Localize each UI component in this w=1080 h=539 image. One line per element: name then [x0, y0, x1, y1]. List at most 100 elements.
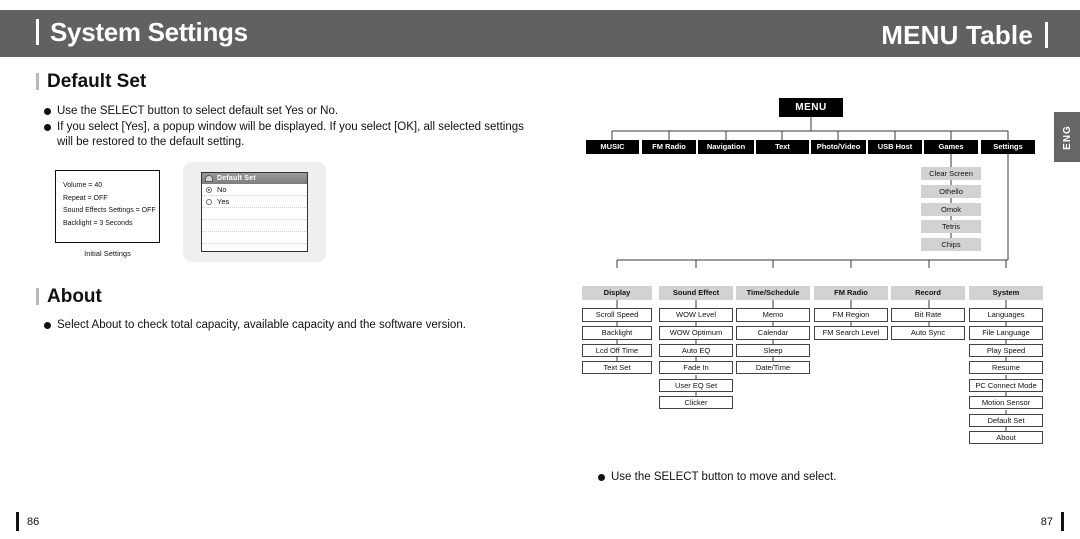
- page-number-label: 87: [1040, 515, 1053, 528]
- device-empty-row: [202, 208, 307, 220]
- menu-node-music[interactable]: MUSIC: [586, 140, 639, 154]
- menu-node-games[interactable]: Games: [924, 140, 978, 154]
- menu-node-motion-sensor[interactable]: Motion Sensor: [969, 396, 1043, 409]
- bullet-dot-icon: [44, 124, 51, 131]
- bullet-about-1: Select About to check total capacity, av…: [44, 318, 514, 333]
- bullet-text: Use the SELECT button to select default …: [57, 105, 339, 117]
- device-empty-row: [202, 244, 307, 251]
- initial-settings-caption: Initial Settings: [84, 249, 131, 258]
- menu-node-sleep[interactable]: Sleep: [736, 344, 810, 357]
- initial-setting-line: Volume = 40: [63, 182, 103, 189]
- menu-node-time-schedule[interactable]: Time/Schedule: [736, 286, 810, 300]
- menu-node-auto-sync[interactable]: Auto Sync: [891, 326, 965, 340]
- header-right-title-group: MENU Table: [881, 22, 1048, 48]
- radio-unselected-icon[interactable]: [206, 198, 212, 205]
- radio-selected-icon[interactable]: [206, 186, 212, 193]
- menu-node-wow-optimum[interactable]: WOW Optimum: [659, 326, 733, 340]
- bullet-dot-icon: [598, 474, 605, 481]
- menu-node-languages[interactable]: Languages: [969, 308, 1043, 322]
- menu-node-file-language[interactable]: File Language: [969, 326, 1043, 340]
- menu-node-othello[interactable]: Othello: [921, 185, 981, 198]
- menu-node-omok[interactable]: Omok: [921, 203, 981, 216]
- menu-node-fm-search-level[interactable]: FM Search Level: [814, 326, 888, 340]
- menu-node-default-set[interactable]: Default Set: [969, 414, 1043, 427]
- menu-node-fade-in[interactable]: Fade In: [659, 361, 733, 374]
- section-heading-label: About: [47, 286, 102, 307]
- title-accent-bar-right: [1045, 22, 1048, 48]
- device-screen-default-set: Default Set No Yes: [201, 172, 308, 252]
- bullet-text: Select About to check total capacity, av…: [57, 319, 466, 331]
- menu-node-fm-region[interactable]: FM Region: [814, 308, 888, 322]
- device-option-label: No: [217, 185, 227, 194]
- menu-node-calendar[interactable]: Calendar: [736, 326, 810, 340]
- bullet-default-set-2: If you select [Yes], a popup window will…: [44, 120, 524, 150]
- section-heading-default-set: Default Set: [36, 72, 146, 91]
- menu-node-pc-connect-mode[interactable]: PC Connect Mode: [969, 379, 1043, 392]
- page-title: System Settings: [50, 17, 248, 47]
- heading-accent-bar: [36, 288, 39, 305]
- menu-node-text-set[interactable]: Text Set: [582, 361, 652, 374]
- menu-node-record[interactable]: Record: [891, 286, 965, 300]
- page-number-right: 87: [1041, 512, 1064, 531]
- device-empty-row: [202, 220, 307, 232]
- menu-node-memo[interactable]: Memo: [736, 308, 810, 322]
- menu-node-scroll-speed[interactable]: Scroll Speed: [582, 308, 652, 322]
- menu-node-user-eq-set[interactable]: User EQ Set: [659, 379, 733, 392]
- bullet-default-set-1: Use the SELECT button to select default …: [44, 104, 534, 119]
- language-tab-eng[interactable]: ENG: [1054, 112, 1080, 162]
- device-titlebar: Default Set: [202, 173, 307, 184]
- page-number-accent-bar: [16, 512, 19, 531]
- menu-node-system[interactable]: System: [969, 286, 1043, 300]
- section-heading-about: About: [36, 287, 102, 306]
- menu-node-photo-video[interactable]: Photo/Video: [811, 140, 866, 154]
- bullet-text: If you select [Yes], a popup window will…: [57, 121, 524, 148]
- initial-setting-line: Backlight = 3 Seconds: [63, 219, 133, 227]
- title-accent-bar: [36, 19, 39, 45]
- bullet-dot-icon: [44, 108, 51, 115]
- page-number-label: 86: [27, 515, 40, 528]
- page-number-left: 86: [16, 512, 39, 531]
- menu-node-text[interactable]: Text: [756, 140, 809, 154]
- menu-node-sound-effect[interactable]: Sound Effect: [659, 286, 733, 300]
- initial-settings-screen: Volume = 40 Repeat = OFF Sound Effects S…: [55, 170, 160, 243]
- menu-node-date-time[interactable]: Date/Time: [736, 361, 810, 374]
- menu-node-display[interactable]: Display: [582, 286, 652, 300]
- menu-node-auto-eq[interactable]: Auto EQ: [659, 344, 733, 357]
- menu-node-fm-radio[interactable]: FM Radio: [642, 140, 696, 154]
- menu-node-navigation[interactable]: Navigation: [698, 140, 754, 154]
- menu-node-settings[interactable]: Settings: [981, 140, 1035, 154]
- bullet-menu-note: Use the SELECT button to move and select…: [598, 470, 998, 485]
- menu-node-wow-level[interactable]: WOW Level: [659, 308, 733, 322]
- initial-setting-line: Repeat = OFF: [63, 194, 108, 202]
- menu-node-play-speed[interactable]: Play Speed: [969, 344, 1043, 357]
- heading-accent-bar: [36, 73, 39, 90]
- menu-node-bit-rate[interactable]: Bit Rate: [891, 308, 965, 322]
- device-option-label: Yes: [217, 197, 230, 206]
- bullet-dot-icon: [44, 322, 51, 329]
- menu-node-lcd-off-time[interactable]: Lcd Off Time: [582, 344, 652, 357]
- menu-node-fm-radio-settings[interactable]: FM Radio: [814, 286, 888, 300]
- menu-node-root[interactable]: MENU: [779, 98, 843, 117]
- menu-node-about[interactable]: About: [969, 431, 1043, 444]
- menu-node-chips[interactable]: Chips: [921, 238, 981, 251]
- menu-node-usb-host[interactable]: USB Host: [868, 140, 922, 154]
- header-left-title-group: System Settings: [36, 19, 248, 45]
- language-tab-label: ENG: [1061, 124, 1073, 150]
- menu-node-tetris[interactable]: Tetris: [921, 220, 981, 233]
- bullet-text: Use the SELECT button to move and select…: [611, 471, 837, 483]
- header-section-title: MENU Table: [881, 20, 1033, 50]
- page-number-accent-bar: [1061, 512, 1064, 531]
- menu-node-clear-screen[interactable]: Clear Screen: [921, 167, 981, 180]
- initial-setting-line: Sound Effects Settings = OFF: [63, 207, 156, 214]
- menu-tree-connectors: [611, 117, 1009, 431]
- device-empty-row: [202, 232, 307, 244]
- footer-divider: [0, 505, 1080, 506]
- menu-node-backlight[interactable]: Backlight: [582, 326, 652, 340]
- section-heading-label: Default Set: [47, 71, 147, 92]
- menu-node-clicker[interactable]: Clicker: [659, 396, 733, 409]
- device-title-label: Default Set: [217, 175, 256, 182]
- settings-gear-icon: [205, 175, 213, 182]
- device-option-row-no[interactable]: No: [202, 184, 307, 196]
- menu-node-resume[interactable]: Resume: [969, 361, 1043, 374]
- device-option-row-yes[interactable]: Yes: [202, 196, 307, 208]
